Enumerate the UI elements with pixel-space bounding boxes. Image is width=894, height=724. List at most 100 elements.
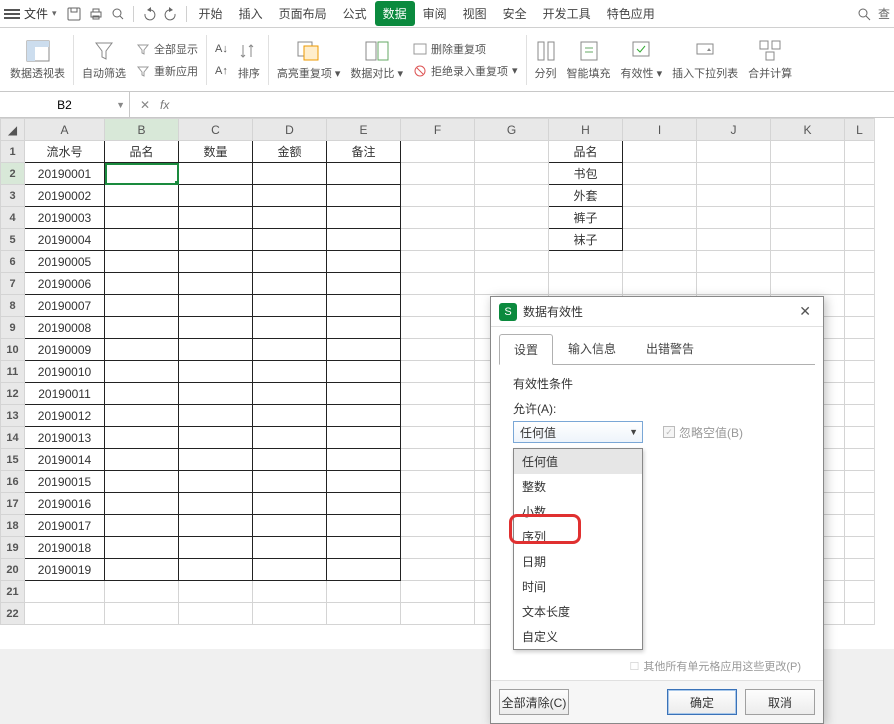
cell-C21[interactable]: [179, 581, 253, 603]
cell-K2[interactable]: [771, 163, 845, 185]
cell-A15[interactable]: 20190014: [25, 449, 105, 471]
cell-D9[interactable]: [253, 317, 327, 339]
sort-asc-button[interactable]: A↓: [211, 39, 232, 59]
row-header-14[interactable]: 14: [1, 427, 25, 449]
cell-F18[interactable]: [401, 515, 475, 537]
cell-I4[interactable]: [623, 207, 697, 229]
menu-tab-5[interactable]: 审阅: [415, 1, 455, 26]
cell-D21[interactable]: [253, 581, 327, 603]
cell-J7[interactable]: [697, 273, 771, 295]
cell-E18[interactable]: [327, 515, 401, 537]
cell-L12[interactable]: [845, 383, 875, 405]
cell-B20[interactable]: [105, 559, 179, 581]
row-header-22[interactable]: 22: [1, 603, 25, 625]
dialog-tab-0[interactable]: 设置: [499, 334, 553, 365]
cell-F16[interactable]: [401, 471, 475, 493]
cell-C1[interactable]: 数量: [179, 141, 253, 163]
dialog-tab-2[interactable]: 出错警告: [631, 333, 709, 364]
row-header-5[interactable]: 5: [1, 229, 25, 251]
cell-B18[interactable]: [105, 515, 179, 537]
cell-A5[interactable]: 20190004: [25, 229, 105, 251]
cell-B3[interactable]: [105, 185, 179, 207]
cell-C9[interactable]: [179, 317, 253, 339]
cell-E22[interactable]: [327, 603, 401, 625]
cell-D17[interactable]: [253, 493, 327, 515]
cell-I7[interactable]: [623, 273, 697, 295]
data-compare-button[interactable]: 数据对比 ▾: [346, 37, 407, 83]
col-header-H[interactable]: H: [549, 119, 623, 141]
cell-F6[interactable]: [401, 251, 475, 273]
remove-dup-button[interactable]: 删除重复项: [409, 39, 522, 59]
cell-L2[interactable]: [845, 163, 875, 185]
cell-L11[interactable]: [845, 361, 875, 383]
cell-A16[interactable]: 20190015: [25, 471, 105, 493]
cell-F12[interactable]: [401, 383, 475, 405]
cell-F11[interactable]: [401, 361, 475, 383]
menu-tab-9[interactable]: 特色应用: [599, 1, 663, 26]
cell-D16[interactable]: [253, 471, 327, 493]
cell-G5[interactable]: [475, 229, 549, 251]
cell-E12[interactable]: [327, 383, 401, 405]
cell-L15[interactable]: [845, 449, 875, 471]
cell-D6[interactable]: [253, 251, 327, 273]
cell-E17[interactable]: [327, 493, 401, 515]
cell-K3[interactable]: [771, 185, 845, 207]
row-header-18[interactable]: 18: [1, 515, 25, 537]
cell-C15[interactable]: [179, 449, 253, 471]
cell-H4[interactable]: 裤子: [549, 207, 623, 229]
cell-D18[interactable]: [253, 515, 327, 537]
cell-C18[interactable]: [179, 515, 253, 537]
menu-tab-3[interactable]: 公式: [335, 1, 375, 26]
cell-E11[interactable]: [327, 361, 401, 383]
cell-E1[interactable]: 备注: [327, 141, 401, 163]
cell-A4[interactable]: 20190003: [25, 207, 105, 229]
cell-H1[interactable]: 品名: [549, 141, 623, 163]
cell-L20[interactable]: [845, 559, 875, 581]
cell-B10[interactable]: [105, 339, 179, 361]
cell-C13[interactable]: [179, 405, 253, 427]
row-header-4[interactable]: 4: [1, 207, 25, 229]
cell-D19[interactable]: [253, 537, 327, 559]
col-header-F[interactable]: F: [401, 119, 475, 141]
cell-C4[interactable]: [179, 207, 253, 229]
cell-E8[interactable]: [327, 295, 401, 317]
cell-B12[interactable]: [105, 383, 179, 405]
cell-K1[interactable]: [771, 141, 845, 163]
cell-L21[interactable]: [845, 581, 875, 603]
cell-J5[interactable]: [697, 229, 771, 251]
row-header-8[interactable]: 8: [1, 295, 25, 317]
cell-F5[interactable]: [401, 229, 475, 251]
row-header-10[interactable]: 10: [1, 339, 25, 361]
row-header-9[interactable]: 9: [1, 317, 25, 339]
cell-H3[interactable]: 外套: [549, 185, 623, 207]
cell-D4[interactable]: [253, 207, 327, 229]
cell-B4[interactable]: [105, 207, 179, 229]
cell-A1[interactable]: 流水号: [25, 141, 105, 163]
cell-K5[interactable]: [771, 229, 845, 251]
cell-L9[interactable]: [845, 317, 875, 339]
cell-B22[interactable]: [105, 603, 179, 625]
row-header-21[interactable]: 21: [1, 581, 25, 603]
menu-tab-7[interactable]: 安全: [495, 1, 535, 26]
menu-tab-0[interactable]: 开始: [191, 1, 231, 26]
row-header-3[interactable]: 3: [1, 185, 25, 207]
cell-J6[interactable]: [697, 251, 771, 273]
reject-dup-button[interactable]: 拒绝录入重复项 ▾: [409, 61, 522, 81]
cell-C6[interactable]: [179, 251, 253, 273]
undo-icon[interactable]: [139, 4, 159, 24]
cell-A18[interactable]: 20190017: [25, 515, 105, 537]
cell-G7[interactable]: [475, 273, 549, 295]
allow-option-5[interactable]: 时间: [514, 574, 642, 599]
split-col-button[interactable]: 分列: [531, 37, 561, 83]
cell-A10[interactable]: 20190009: [25, 339, 105, 361]
col-header-I[interactable]: I: [623, 119, 697, 141]
clear-all-button[interactable]: 全部清除(C): [499, 689, 569, 715]
cell-F4[interactable]: [401, 207, 475, 229]
cell-B19[interactable]: [105, 537, 179, 559]
cell-F20[interactable]: [401, 559, 475, 581]
allow-option-3[interactable]: 序列: [514, 524, 642, 549]
dialog-titlebar[interactable]: S 数据有效性 ✕: [491, 297, 823, 327]
cell-A6[interactable]: 20190005: [25, 251, 105, 273]
cell-E7[interactable]: [327, 273, 401, 295]
cell-L17[interactable]: [845, 493, 875, 515]
